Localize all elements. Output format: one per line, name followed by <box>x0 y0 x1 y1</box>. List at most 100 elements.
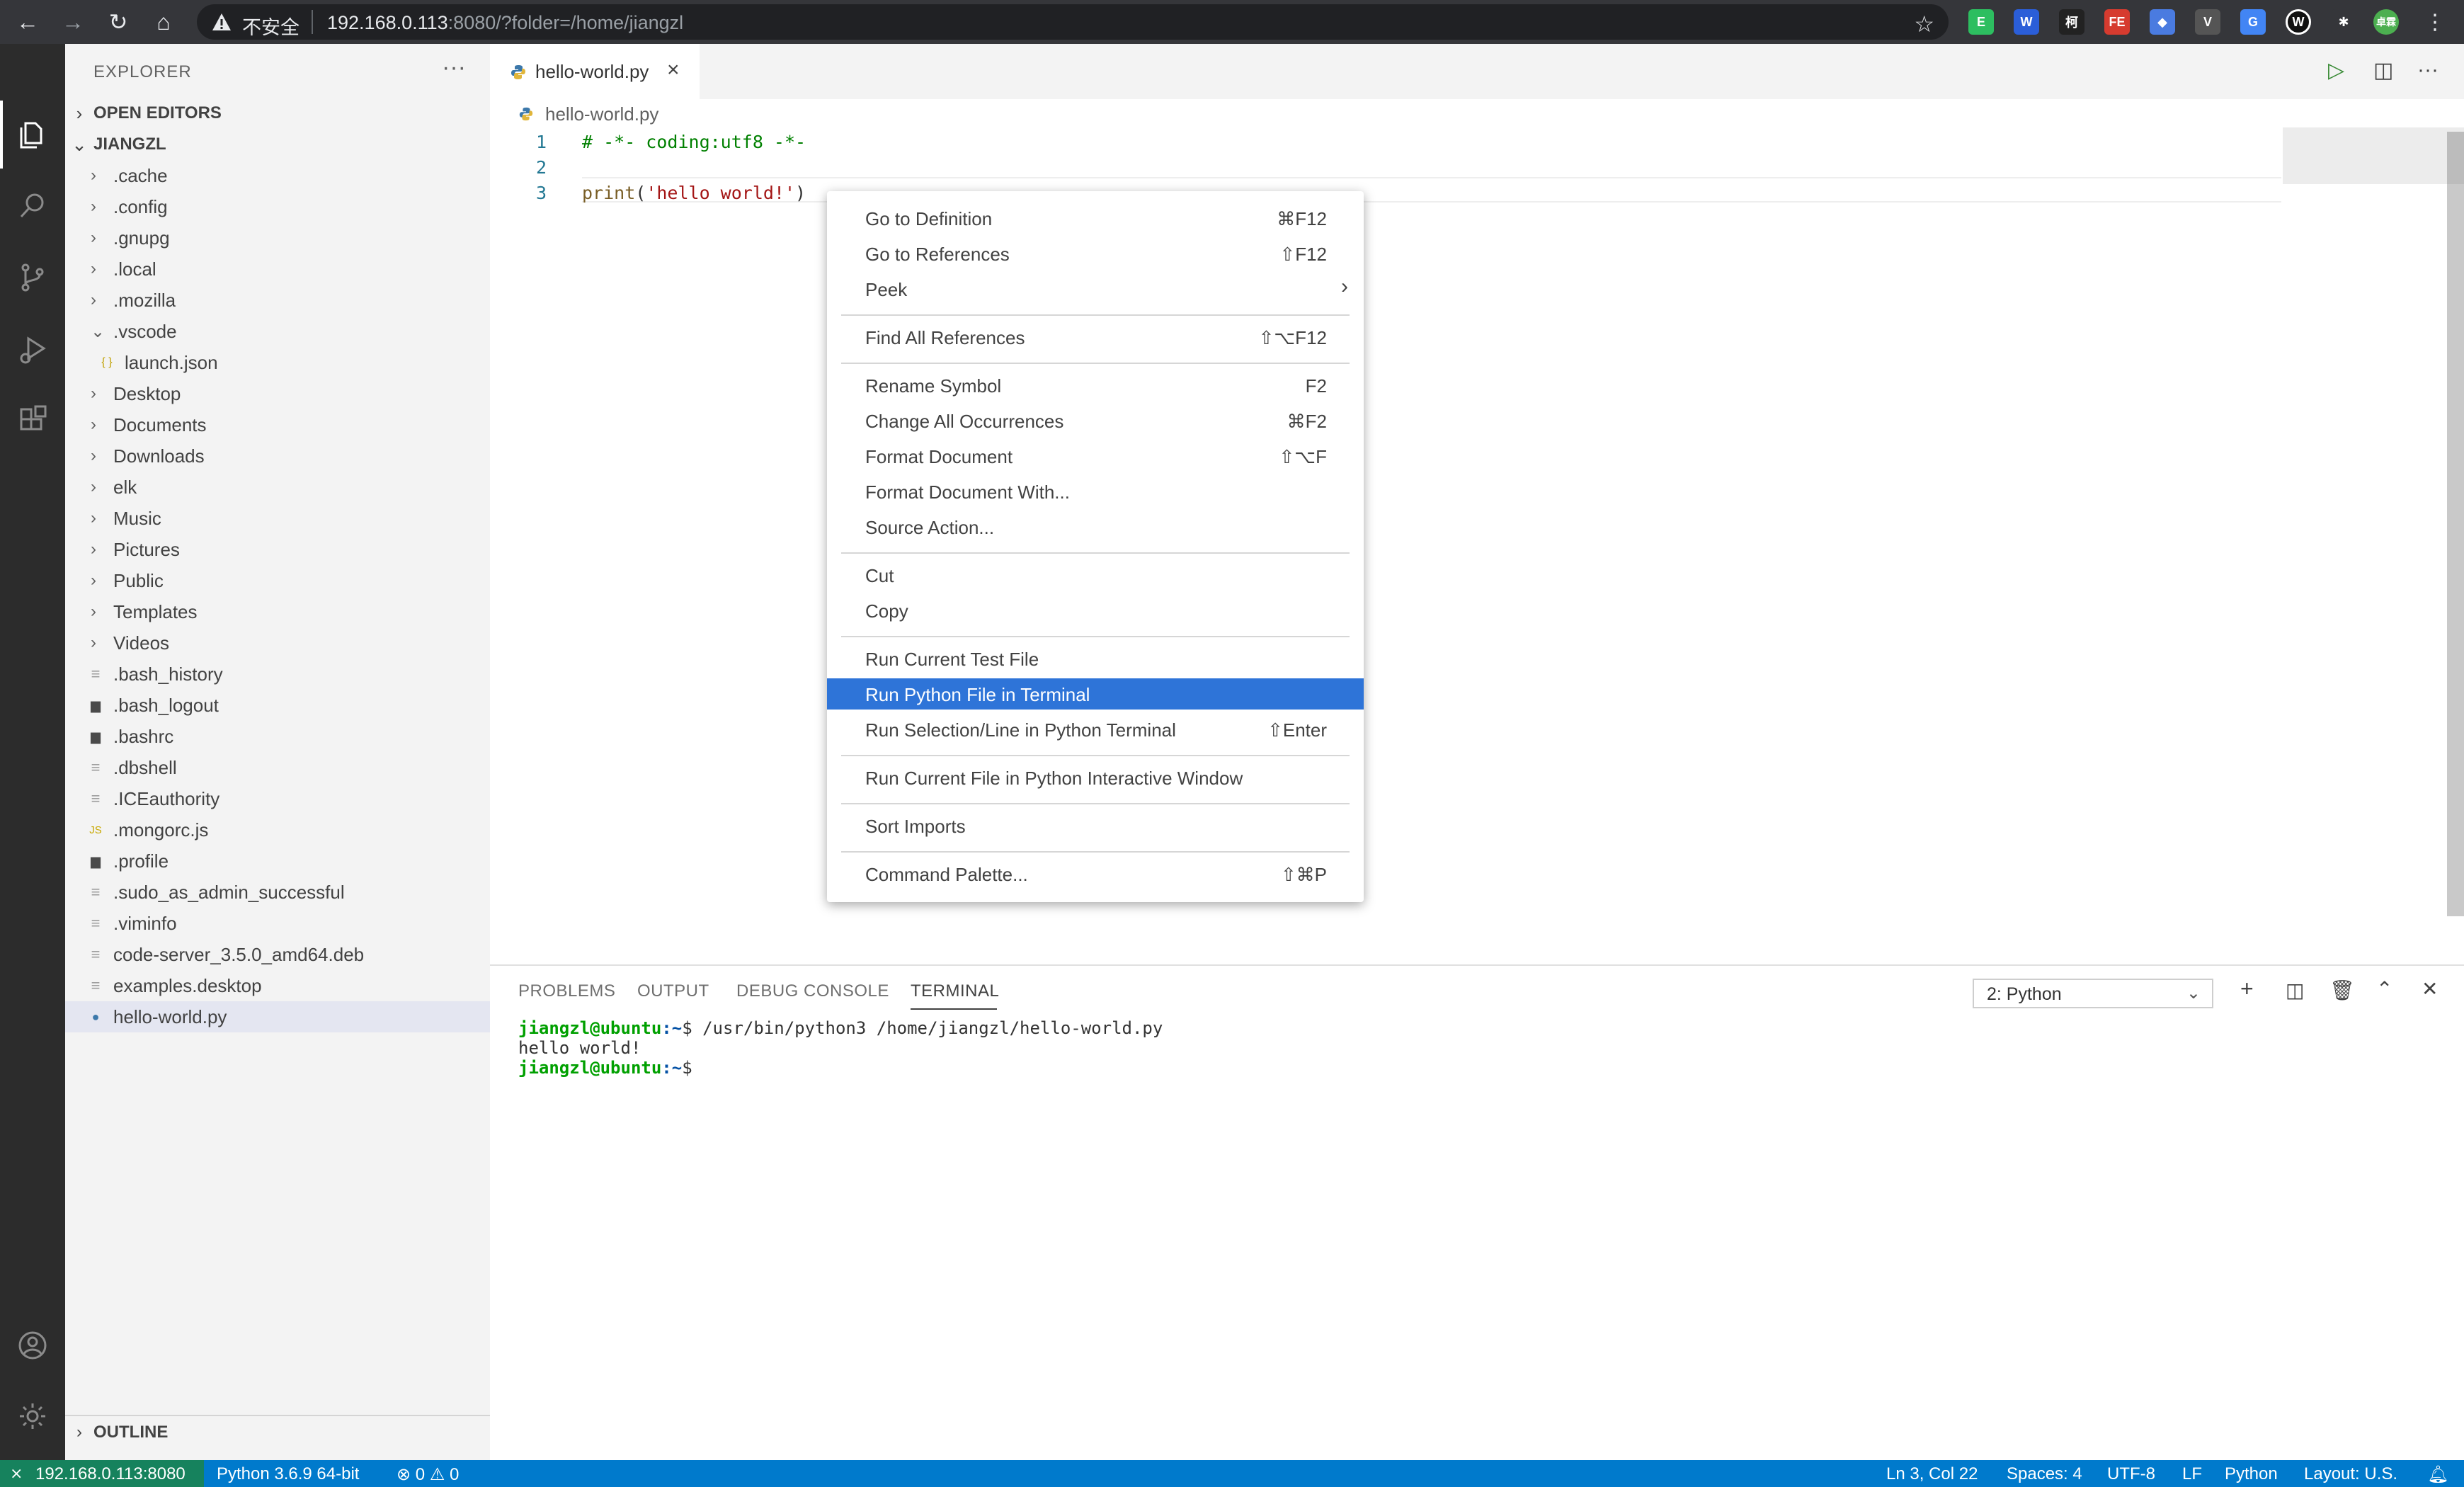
forward-icon[interactable]: → <box>57 6 89 38</box>
search-icon[interactable] <box>0 171 65 239</box>
tree-item-dbshell[interactable]: ≡ .dbshell <box>65 752 490 783</box>
menu-item-format-document-with[interactable]: Format Document With... <box>827 476 1364 507</box>
menu-item-format-document[interactable]: Format Document ⇧⌥F <box>827 440 1364 472</box>
tree-item-bash-history[interactable]: ≡ .bash_history <box>65 659 490 690</box>
minimap[interactable] <box>2283 127 2464 184</box>
w-extension[interactable]: W <box>2014 9 2039 35</box>
evernote-extension[interactable]: E <box>1968 9 1994 35</box>
menu-item-run-current-test-file[interactable]: Run Current Test File <box>827 643 1364 674</box>
v-extension[interactable]: V <box>2195 9 2220 35</box>
tab-problems[interactable]: PROBLEMS <box>518 981 615 1001</box>
code-line[interactable]: 2 <box>490 157 2281 183</box>
menu-item-go-to-definition[interactable]: Go to Definition ⌘F12 <box>827 203 1364 234</box>
source-control-icon[interactable] <box>0 244 65 312</box>
browser-menu-icon[interactable]: ⋮ <box>2419 6 2451 38</box>
menu-item-run-current-file-in-python-interactive-window[interactable]: Run Current File in Python Interactive W… <box>827 762 1364 793</box>
tab-debug-console[interactable]: DEBUG CONSOLE <box>736 981 889 1001</box>
tree-item-downloads[interactable]: › Downloads <box>65 440 490 472</box>
tree-item-gnupg[interactable]: › .gnupg <box>65 222 490 253</box>
more-actions-icon[interactable]: ··· <box>442 54 466 81</box>
tree-item-iceauthority[interactable]: ≡ .ICEauthority <box>65 783 490 814</box>
tree-item-templates[interactable]: › Templates <box>65 596 490 627</box>
tree-item-local[interactable]: › .local <box>65 253 490 285</box>
code-line[interactable]: 3 print('hello world!') <box>490 183 2281 208</box>
menu-item-find-all-references[interactable]: Find All References ⇧⌥F12 <box>827 321 1364 353</box>
tab-hello-world[interactable]: hello-world.py × <box>490 44 700 99</box>
tree-item-music[interactable]: › Music <box>65 503 490 534</box>
tree-item-vscode[interactable]: ⌄ .vscode <box>65 316 490 347</box>
workspace-section[interactable]: ⌄ JIANGZL <box>65 129 490 160</box>
tree-item-launch-json[interactable]: { } launch.json <box>65 347 490 378</box>
terminal-select[interactable]: 2: Python ⌄ <box>1973 979 2213 1008</box>
tree-item-bash-logout[interactable]: ▆ .bash_logout <box>65 690 490 721</box>
w-circle-extension[interactable]: W <box>2286 9 2311 35</box>
back-icon[interactable]: ← <box>11 6 44 38</box>
menu-item-copy[interactable]: Copy <box>827 595 1364 626</box>
close-panel-icon[interactable]: ✕ <box>2422 977 2438 1001</box>
menu-item-go-to-references[interactable]: Go to References ⇧F12 <box>827 238 1364 269</box>
code-line[interactable]: 1 # -*- coding:utf8 -*- <box>490 132 2281 157</box>
split-terminal-icon[interactable]: ◫ <box>2286 979 2304 1002</box>
menu-item-rename-symbol[interactable]: Rename Symbol F2 <box>827 370 1364 401</box>
language-mode[interactable]: Python <box>2225 1464 2278 1484</box>
address-bar[interactable]: 不安全 192.168.0.113:8080/?folder=/home/jia… <box>197 4 1949 40</box>
tab-terminal[interactable]: TERMINAL <box>911 981 999 1001</box>
tree-item-bashrc[interactable]: ▆ .bashrc <box>65 721 490 752</box>
open-editors-section[interactable]: › OPEN EDITORS <box>65 98 490 129</box>
menu-item-peek[interactable]: Peek › <box>827 273 1364 304</box>
new-terminal-icon[interactable]: + <box>2240 976 2254 1002</box>
problems-indicator[interactable]: ⊗ 0 ⚠ 0 <box>397 1464 459 1485</box>
tree-item-public[interactable]: › Public <box>65 565 490 596</box>
tree-item-viminfo[interactable]: ≡ .viminfo <box>65 908 490 939</box>
translate-extension[interactable]: G <box>2240 9 2266 35</box>
bookmark-star-icon[interactable]: ☆ <box>1914 11 1934 38</box>
tree-item-cache[interactable]: › .cache <box>65 160 490 191</box>
tree-item-desktop[interactable]: › Desktop <box>65 378 490 409</box>
menu-item-command-palette[interactable]: Command Palette... ⇧⌘P <box>827 858 1364 889</box>
url-text[interactable]: 192.168.0.113:8080/?folder=/home/jiangzl <box>327 12 683 34</box>
run-debug-icon[interactable] <box>0 316 65 384</box>
tree-item-videos[interactable]: › Videos <box>65 627 490 659</box>
remote-indicator[interactable]: ⨯ 192.168.0.113:8080 <box>0 1460 204 1487</box>
tree-item-documents[interactable]: › Documents <box>65 409 490 440</box>
python-interpreter[interactable]: Python 3.6.9 64-bit <box>217 1464 359 1484</box>
settings-gear-icon[interactable] <box>0 1382 65 1450</box>
menu-item-cut[interactable]: Cut <box>827 559 1364 591</box>
fe-extension[interactable]: FE <box>2104 9 2130 35</box>
tree-item-elk[interactable]: › elk <box>65 472 490 503</box>
tree-item-examples-desktop[interactable]: ≡ examples.desktop <box>65 970 490 1001</box>
split-editor-icon[interactable]: ◫ <box>2373 58 2393 83</box>
tree-item-sudo-as-admin-successful[interactable]: ≡ .sudo_as_admin_successful <box>65 877 490 908</box>
outline-section[interactable]: › OUTLINE <box>65 1415 490 1449</box>
tree-item-profile[interactable]: ▆ .profile <box>65 845 490 877</box>
puzzle-extension[interactable]: ✱ <box>2331 9 2356 35</box>
end-of-line[interactable]: LF <box>2182 1464 2202 1484</box>
vertical-scrollbar[interactable] <box>2447 132 2464 916</box>
tree-item-mongorc-js[interactable]: JS .mongorc.js <box>65 814 490 845</box>
notifications-bell-icon[interactable]: 🔔︎ <box>2427 1464 2448 1485</box>
keyboard-layout[interactable]: Layout: U.S. <box>2304 1464 2397 1484</box>
home-icon[interactable]: ⌂ <box>147 6 180 38</box>
tree-item-hello-world-py[interactable]: ● hello-world.py <box>65 1001 490 1032</box>
tree-item-code-server-3-5-0-amd64-deb[interactable]: ≡ code-server_3.5.0_amd64.deb <box>65 939 490 970</box>
tab-output[interactable]: OUTPUT <box>637 981 709 1001</box>
reload-icon[interactable]: ↻ <box>102 6 135 38</box>
tree-item-pictures[interactable]: › Pictures <box>65 534 490 565</box>
menu-item-sort-imports[interactable]: Sort Imports <box>827 810 1364 841</box>
account-icon[interactable] <box>0 1311 65 1379</box>
menu-item-run-selection-line-in-python-terminal[interactable]: Run Selection/Line in Python Terminal ⇧En… <box>827 714 1364 745</box>
menu-item-change-all-occurrences[interactable]: Change All Occurrences ⌘F2 <box>827 405 1364 436</box>
more-actions-icon[interactable]: ··· <box>2417 58 2439 82</box>
maximize-panel-icon[interactable]: ⌃ <box>2376 977 2392 1001</box>
menu-item-run-python-file-in-terminal[interactable]: Run Python File in Terminal <box>827 678 1364 710</box>
encoding[interactable]: UTF-8 <box>2107 1464 2155 1484</box>
explorer-icon[interactable] <box>0 101 65 169</box>
menu-item-source-action[interactable]: Source Action... <box>827 511 1364 542</box>
close-icon[interactable]: × <box>667 58 680 82</box>
trash-icon[interactable]: 🗑 <box>2329 979 2355 1002</box>
indentation[interactable]: Spaces: 4 <box>2007 1464 2082 1484</box>
tree-item-config[interactable]: › .config <box>65 191 490 222</box>
run-file-icon[interactable]: ▷ <box>2328 58 2344 83</box>
tree-item-mozilla[interactable]: › .mozilla <box>65 285 490 316</box>
gem-extension[interactable]: ◆ <box>2150 9 2175 35</box>
